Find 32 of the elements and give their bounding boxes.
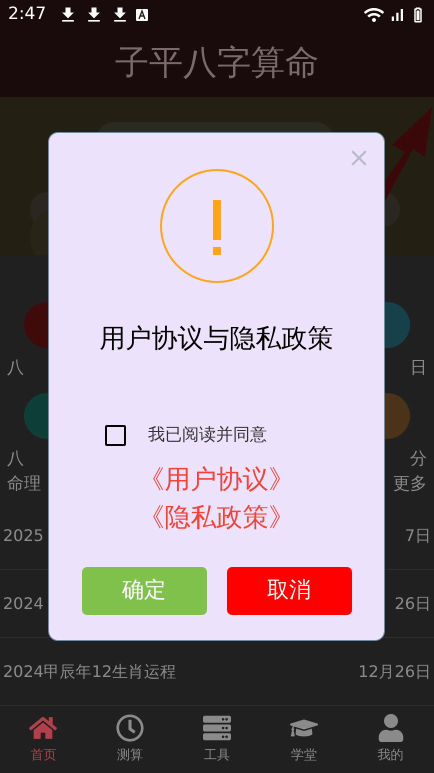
shortcut-label: 命理: [7, 473, 41, 496]
shortcut-label: 八: [7, 357, 24, 380]
cancel-button[interactable]: 取消: [226, 566, 352, 614]
agree-checkbox[interactable]: [105, 425, 126, 446]
policy-link[interactable]: 《隐私政策》: [138, 498, 294, 536]
article-title: 2025: [3, 524, 44, 546]
warning-icon: [158, 168, 274, 284]
agree-label: 我已阅读并同意: [148, 424, 267, 447]
shortcut-label: 八: [7, 448, 24, 471]
keyboard-icon: [136, 9, 148, 21]
nav-icon: [376, 714, 405, 742]
nav-tab[interactable]: 我的: [347, 714, 434, 766]
article-title: 2024甲辰年12生肖运程: [3, 660, 176, 682]
article-title: 2024: [3, 592, 44, 614]
nav-icon: [116, 714, 144, 742]
app-title: 子平八字算命: [115, 42, 319, 85]
dialog-title: 用户协议与隐私政策: [100, 323, 334, 356]
nav-tab[interactable]: 首页: [0, 714, 87, 766]
article-date: 26日: [394, 592, 431, 614]
shortcut-label: 日: [410, 357, 427, 380]
article-date: 7日: [404, 524, 431, 546]
battery-icon: [412, 7, 424, 23]
wifi-icon: [364, 6, 384, 24]
nav-tab[interactable]: 学堂: [260, 714, 348, 766]
nav-tab[interactable]: 测算: [86, 714, 174, 766]
policy-link[interactable]: 《用户协议》: [138, 460, 294, 498]
shortcut-label: 分: [410, 448, 427, 471]
nav-tab[interactable]: 工具: [174, 714, 260, 766]
status-time: 2:47: [8, 3, 46, 26]
article-date: 12月26日: [358, 660, 431, 682]
nav-icon: [202, 714, 231, 742]
shortcut-label: 更多: [393, 473, 427, 496]
